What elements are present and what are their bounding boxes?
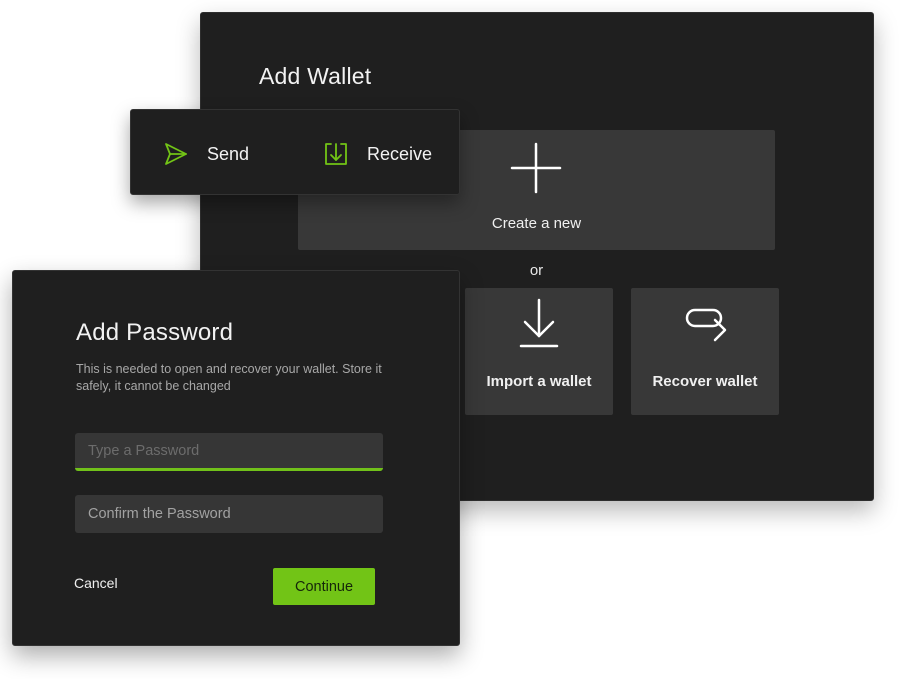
password-input[interactable]: [75, 433, 383, 471]
cancel-button[interactable]: Cancel: [74, 575, 118, 591]
add-password-dialog: Add Password This is needed to open and …: [12, 270, 460, 646]
add-wallet-title: Add Wallet: [259, 63, 372, 89]
import-wallet-label: Import a wallet: [486, 373, 592, 390]
receive-icon: [325, 143, 347, 165]
receive-label: Receive: [367, 143, 433, 164]
return-arrow-icon: [685, 308, 727, 342]
send-icon: [165, 143, 187, 165]
import-wallet-button[interactable]: Import a wallet: [465, 288, 613, 415]
confirm-password-input[interactable]: [75, 495, 383, 533]
send-label: Send: [207, 143, 250, 164]
add-password-description: This is needed to open and recover your …: [76, 362, 382, 393]
send-button[interactable]: Send: [163, 138, 249, 170]
continue-button[interactable]: Continue: [273, 568, 375, 605]
plus-icon: [510, 142, 562, 194]
recover-wallet-button[interactable]: Recover wallet: [631, 288, 779, 415]
create-new-label: Create a new: [491, 215, 582, 232]
download-arrow-icon: [519, 298, 559, 348]
add-password-title: Add Password: [76, 319, 234, 346]
recover-wallet-label: Recover wallet: [652, 373, 758, 390]
receive-button[interactable]: Receive: [323, 138, 432, 170]
send-receive-bar: Send Receive: [130, 109, 460, 195]
